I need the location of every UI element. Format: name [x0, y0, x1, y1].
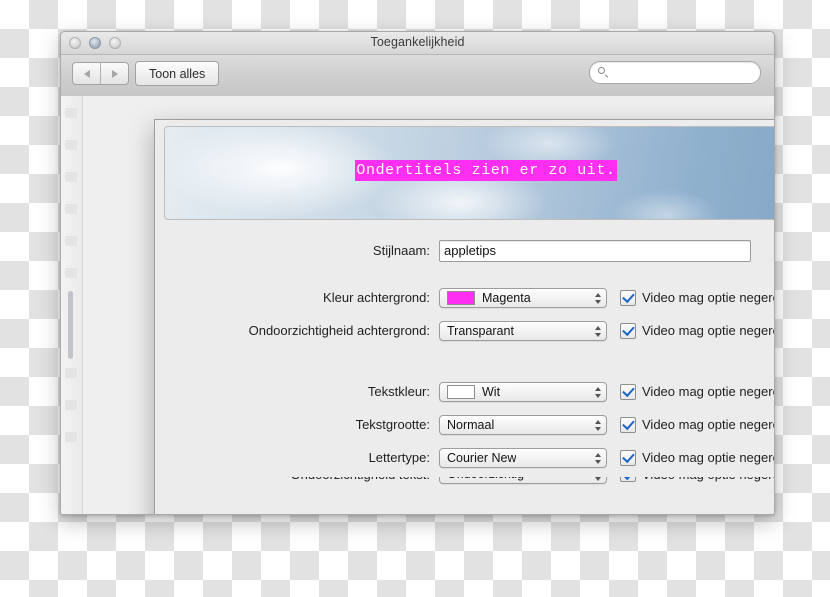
forward-button[interactable]: [100, 63, 128, 84]
form-row-style-name: Stijlnaam:: [155, 234, 774, 267]
background-sidebar-item: [65, 432, 77, 442]
text-color-value: Wit: [482, 384, 501, 399]
color-swatch-icon: [447, 384, 475, 399]
background-color-label: Kleur achtergrond:: [323, 290, 430, 305]
text-color-label: Tekstkleur:: [367, 384, 430, 399]
text-opacity-override-checkbox[interactable]: Video mag optie negeren: [620, 477, 774, 482]
background-opacity-override-checkbox[interactable]: Video mag optie negeren: [620, 322, 775, 339]
caption-container: Ondertitels zien er zo uit.: [165, 160, 774, 181]
form-row-background-opacity: Ondoorzichtigheid achtergrond: Transpara…: [155, 314, 775, 347]
font-select[interactable]: Courier New: [439, 447, 607, 468]
navigation-segmented-control[interactable]: [72, 62, 129, 85]
form-row-font: Lettertype: Courier New Video mag optie …: [155, 441, 775, 474]
background-scrollbar[interactable]: [68, 291, 73, 359]
subtitle-preview: Ondertitels zien er zo uit.: [164, 126, 774, 220]
chevron-updown-icon: [593, 477, 602, 483]
caption-text: Ondertitels zien er zo uit.: [355, 160, 617, 181]
form-row-text-color: Tekstkleur: Wit Video mag optie negeren: [155, 375, 775, 408]
text-opacity-value: Ondoorzichtig: [447, 477, 524, 481]
color-swatch-icon: [447, 290, 475, 305]
checkmark-icon: [620, 416, 636, 433]
background-sidebar-item: [65, 400, 77, 410]
style-name-input[interactable]: [440, 243, 750, 258]
sheet-scroll-area[interactable]: Ondertitels zien er zo uit. Stijlnaam: K…: [155, 120, 775, 514]
chevron-updown-icon: [593, 451, 602, 467]
background-sidebar-item: [65, 172, 77, 182]
text-size-value: Normaal: [447, 417, 495, 432]
background-sidebar-item: [65, 368, 77, 378]
background-color-override-checkbox[interactable]: Video mag optie negeren: [620, 289, 775, 306]
window-title: Toegankelijkheid: [370, 35, 465, 49]
background-color-select[interactable]: Magenta: [439, 287, 607, 308]
font-override-checkbox[interactable]: Video mag optie negeren: [620, 449, 775, 466]
chevron-updown-icon: [593, 291, 602, 307]
form-row-text-size: Tekstgrootte: Normaal Video mag optie ne…: [155, 408, 775, 441]
checkmark-icon: [620, 477, 636, 482]
text-opacity-override-label: Video mag optie negeren: [642, 477, 774, 482]
triangle-left-icon: [83, 69, 90, 78]
form-row-background-color: Kleur achtergrond: Magenta Video mag opt…: [155, 281, 775, 314]
window-toolbar: Toon alles: [61, 55, 774, 97]
background-sidebar-item: [65, 140, 77, 150]
search-input[interactable]: [598, 65, 765, 80]
text-size-override-label: Video mag optie negeren: [642, 417, 775, 432]
text-size-label: Tekstgrootte:: [355, 417, 430, 432]
background-color-value: Magenta: [482, 290, 531, 305]
chevron-updown-icon: [593, 385, 602, 401]
background-sidebar-item: [65, 108, 77, 118]
checkmark-icon: [620, 383, 636, 400]
search-field[interactable]: [589, 61, 765, 84]
background-opacity-select[interactable]: Transparant: [439, 320, 607, 341]
background-opacity-label: Ondoorzichtigheid achtergrond:: [248, 323, 430, 338]
form-row-text-opacity: Ondoorzichtigheid tekst: Ondoorzichtig V…: [155, 477, 774, 489]
background-opacity-value: Transparant: [447, 323, 514, 338]
checkmark-icon: [620, 289, 636, 306]
background-color-override-label: Video mag optie negeren: [642, 290, 775, 305]
background-sidebar-item: [65, 204, 77, 214]
chevron-updown-icon: [593, 324, 602, 340]
back-button[interactable]: [73, 63, 100, 84]
font-label: Lettertype:: [368, 450, 430, 465]
text-color-select[interactable]: Wit: [439, 381, 607, 402]
chevron-updown-icon: [593, 418, 602, 434]
text-size-select[interactable]: Normaal: [439, 414, 607, 435]
checkmark-icon: [620, 322, 636, 339]
checkmark-icon: [620, 449, 636, 466]
subtitle-style-sheet: Ondertitels zien er zo uit. Stijlnaam: K…: [154, 119, 775, 514]
background-sidebar: [61, 96, 83, 514]
window-titlebar: Toegankelijkheid: [61, 32, 774, 55]
background-sidebar-item: [65, 268, 77, 278]
text-size-override-checkbox[interactable]: Video mag optie negeren: [620, 416, 775, 433]
font-override-label: Video mag optie negeren: [642, 450, 775, 465]
text-opacity-select[interactable]: Ondoorzichtig: [439, 477, 607, 484]
triangle-right-icon: [111, 69, 118, 78]
background-sidebar-item: [65, 236, 77, 246]
show-all-button[interactable]: Toon alles: [135, 61, 220, 86]
background-opacity-override-label: Video mag optie negeren: [642, 323, 775, 338]
preferences-content-area: Ondertitels zien er zo uit. Stijlnaam: K…: [61, 96, 774, 514]
style-form: Stijlnaam: Kleur achtergrond: Magenta: [155, 220, 775, 489]
style-name-field[interactable]: [439, 239, 751, 262]
text-color-override-checkbox[interactable]: Video mag optie negeren: [620, 383, 775, 400]
font-value: Courier New: [447, 450, 517, 465]
text-color-override-label: Video mag optie negeren: [642, 384, 775, 399]
style-name-label: Stijlnaam:: [372, 243, 430, 258]
system-preferences-window: Toegankelijkheid Toon alles Ondertitels …: [60, 31, 775, 515]
text-opacity-label: Ondoorzichtigheid tekst:: [155, 477, 439, 482]
